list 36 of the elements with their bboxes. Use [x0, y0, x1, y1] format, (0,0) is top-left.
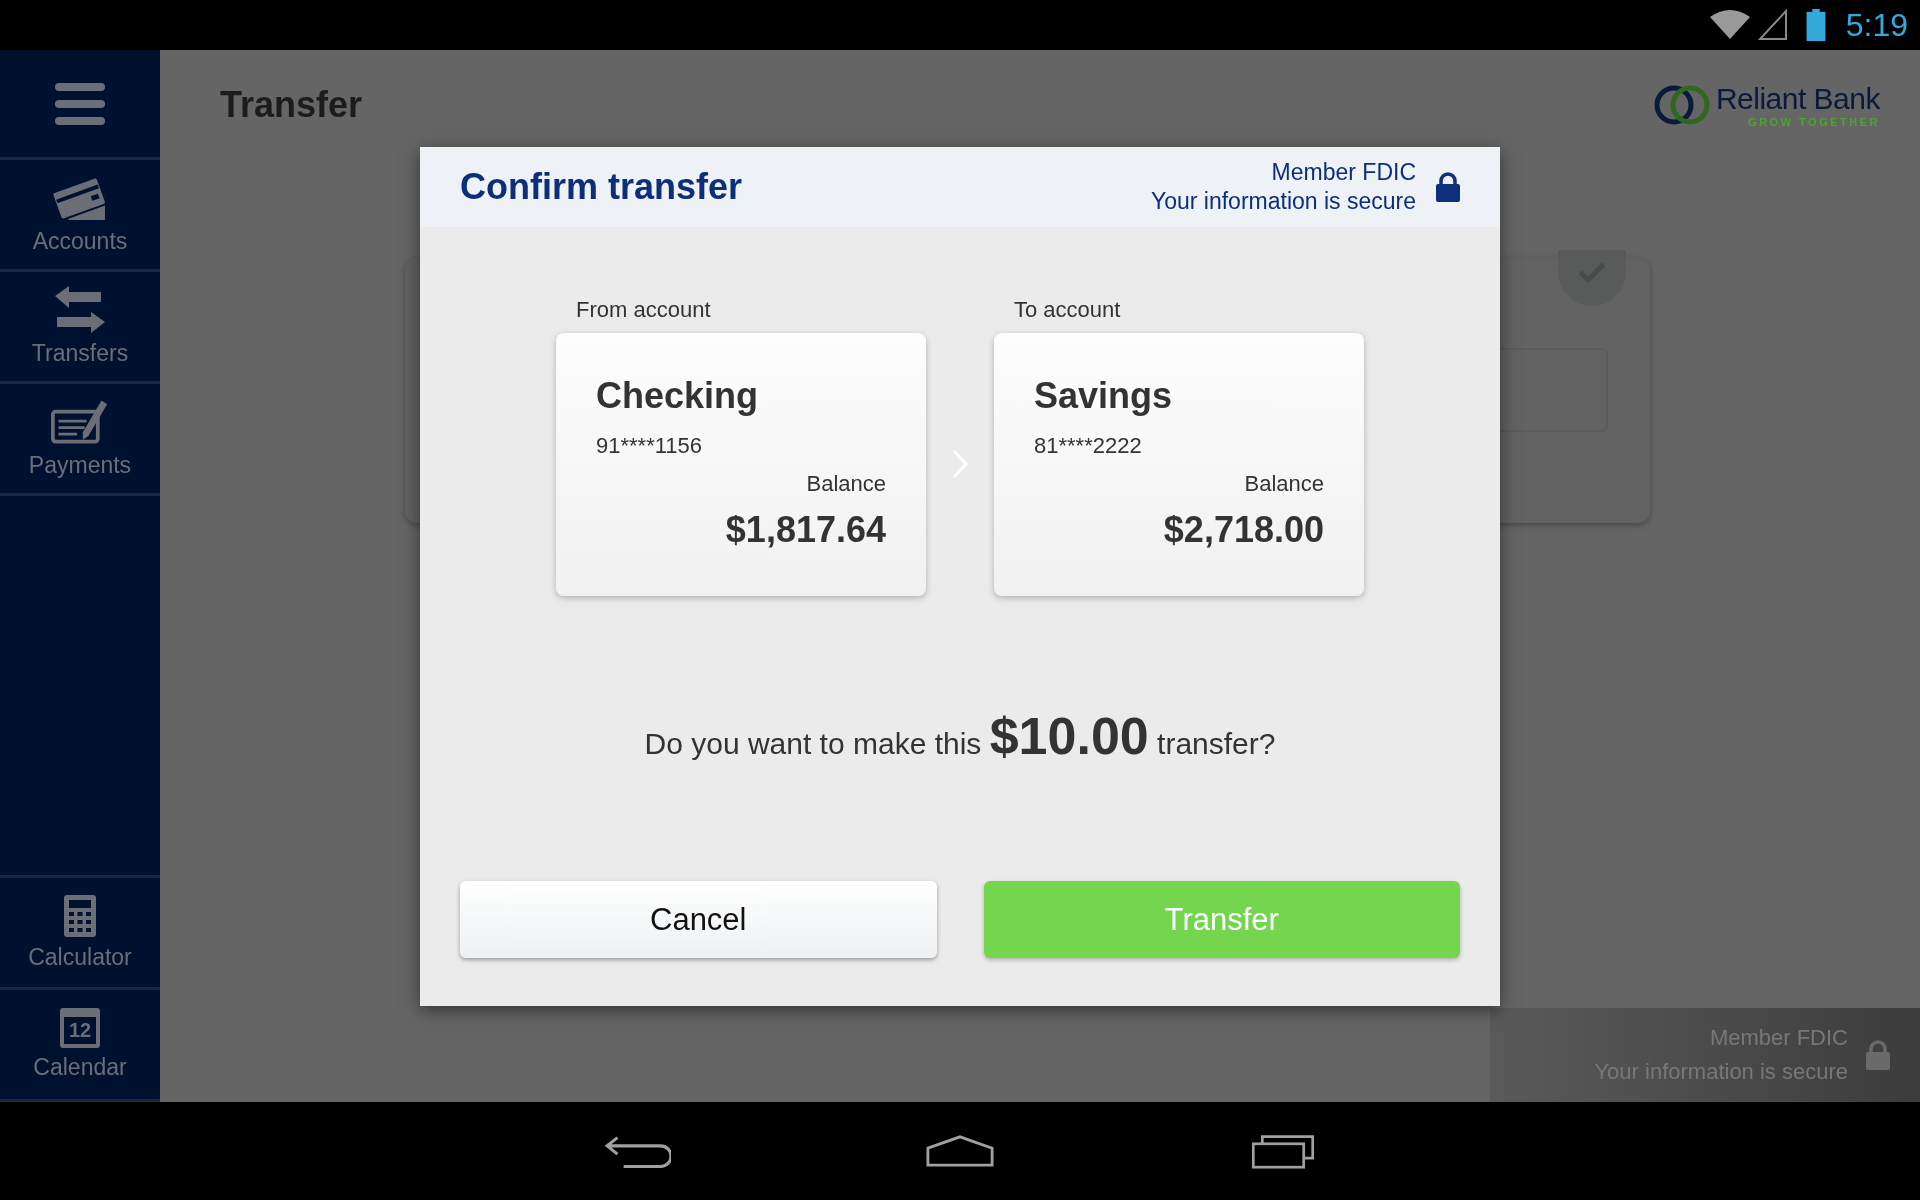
account-label: To account [1013, 297, 1122, 323]
lock-icon [1866, 1040, 1890, 1070]
logo-name: Reliant Bank [1715, 82, 1880, 116]
security-note: Your information is secure [1150, 188, 1416, 215]
security-note: Member FDIC [1271, 159, 1416, 186]
nav-label: Calculator [28, 944, 132, 971]
logo-tagline: GROW TOGETHER [1748, 116, 1880, 128]
nav-label: Transfers [31, 340, 129, 367]
account-name: Savings [1034, 375, 1174, 417]
balance-label: Balance [1244, 471, 1324, 497]
wifi-icon [1709, 9, 1750, 41]
calculator-icon [63, 894, 97, 938]
page-title: Transfer [220, 84, 363, 126]
lock-icon [1436, 172, 1460, 202]
balance-amount: $2,718.00 [1163, 509, 1324, 551]
nav-label: Payments [28, 452, 132, 479]
signal-icon [1757, 9, 1788, 41]
account-name: Checking [596, 375, 760, 417]
nav-label: Calendar [33, 1054, 127, 1081]
nav-label: Accounts [32, 228, 128, 255]
account-number: 91****1156 [596, 433, 704, 459]
balance-label: Balance [806, 471, 886, 497]
back-icon[interactable] [603, 1133, 671, 1169]
recent-apps-icon[interactable] [1249, 1133, 1317, 1169]
balance-amount: $1,817.64 [725, 509, 886, 551]
clock-time: 5:19 [1845, 6, 1908, 44]
dialog-title: Confirm transfer [460, 166, 743, 208]
cancel-button[interactable]: Cancel [460, 881, 937, 958]
calendar-icon: 12 [60, 1008, 100, 1048]
check-with-pen-icon [51, 398, 109, 446]
home-icon[interactable] [926, 1133, 994, 1169]
account-number: 81****2222 [1034, 433, 1143, 459]
confirmation-question: Do you want to make this $10.00 transfer? [644, 706, 1276, 766]
account-label: From account [575, 297, 712, 323]
menu-icon [55, 82, 105, 125]
battery-icon [1805, 9, 1826, 41]
